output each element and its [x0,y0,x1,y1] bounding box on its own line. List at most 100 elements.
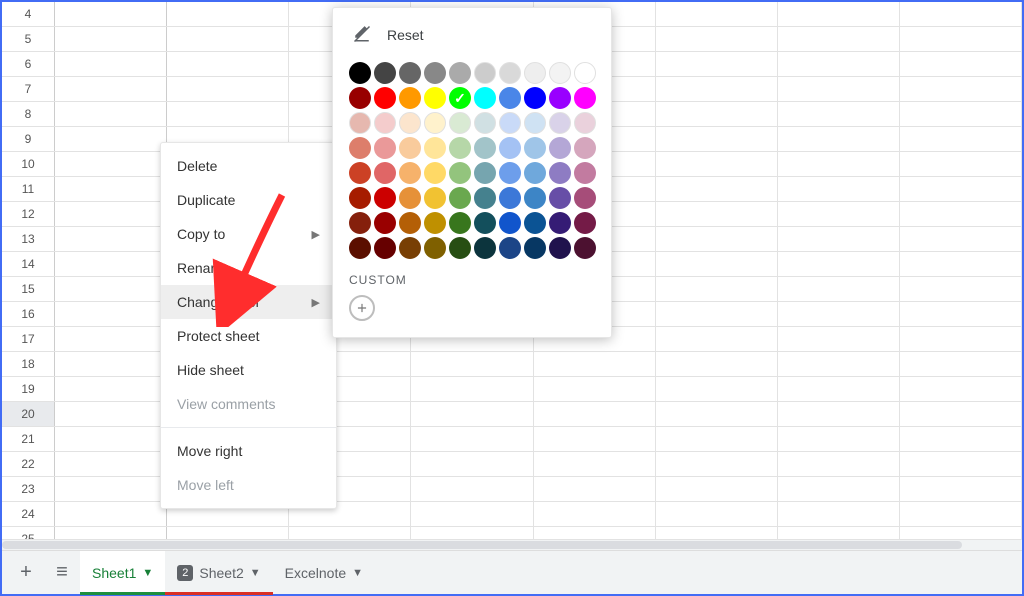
grid-cell[interactable] [900,477,1022,501]
grid-cell[interactable] [167,77,289,101]
color-swatch[interactable] [374,137,396,159]
color-swatch[interactable] [349,187,371,209]
color-swatch[interactable] [499,187,521,209]
grid-cell[interactable] [656,227,778,251]
grid-cell[interactable] [167,27,289,51]
grid-cell[interactable] [167,52,289,76]
grid-cell[interactable] [778,452,900,476]
grid-cell[interactable] [778,2,900,26]
grid-cell[interactable] [55,127,167,151]
color-swatch[interactable] [499,237,521,259]
color-swatch[interactable] [449,237,471,259]
grid-cell[interactable] [656,27,778,51]
grid-cell[interactable] [55,202,167,226]
color-swatch[interactable] [574,237,596,259]
color-swatch[interactable] [349,212,371,234]
grid-cell[interactable] [55,77,167,101]
grid-cell[interactable] [167,102,289,126]
menu-item[interactable]: Duplicate [161,183,336,217]
color-swatch[interactable] [449,162,471,184]
color-swatch[interactable] [474,187,496,209]
color-swatch[interactable] [499,162,521,184]
row-header[interactable]: 4 [2,2,55,26]
grid-cell[interactable] [778,352,900,376]
row-header[interactable]: 7 [2,77,55,101]
color-swatch[interactable] [499,62,521,84]
grid-cell[interactable] [534,352,656,376]
grid-cell[interactable] [656,352,778,376]
grid-cell[interactable] [778,277,900,301]
color-swatch[interactable] [549,112,571,134]
color-swatch[interactable] [499,212,521,234]
color-swatch[interactable] [424,237,446,259]
grid-cell[interactable] [656,152,778,176]
grid-cell[interactable] [900,202,1022,226]
grid-cell[interactable] [900,252,1022,276]
color-swatch[interactable] [399,187,421,209]
color-swatch[interactable] [524,212,546,234]
grid-cell[interactable] [55,477,167,501]
color-swatch[interactable] [349,237,371,259]
color-swatch[interactable] [399,62,421,84]
grid-cell[interactable] [778,327,900,351]
row-header[interactable]: 10 [2,152,55,176]
color-swatch[interactable] [349,87,371,109]
chevron-down-icon[interactable]: ▼ [250,567,261,579]
grid-cell[interactable] [900,227,1022,251]
grid-cell[interactable] [55,2,167,26]
color-swatch[interactable] [524,112,546,134]
color-swatch[interactable] [549,212,571,234]
grid-cell[interactable] [778,377,900,401]
color-swatch[interactable] [574,212,596,234]
grid-cell[interactable] [778,477,900,501]
color-swatch[interactable] [374,212,396,234]
color-swatch[interactable] [574,87,596,109]
grid-cell[interactable] [778,252,900,276]
grid-cell[interactable] [411,352,533,376]
grid-cell[interactable] [55,302,167,326]
grid-cell[interactable] [411,452,533,476]
menu-item[interactable]: Copy to▶ [161,217,336,251]
chevron-down-icon[interactable]: ▼ [142,567,153,579]
scrollbar-thumb[interactable] [2,541,962,549]
grid-cell[interactable] [778,52,900,76]
grid-cell[interactable] [411,502,533,526]
color-swatch[interactable] [424,212,446,234]
grid-cell[interactable] [900,277,1022,301]
menu-item[interactable]: Delete [161,149,336,183]
add-sheet-button[interactable]: + [8,555,44,591]
grid-cell[interactable] [778,202,900,226]
color-swatch[interactable] [399,87,421,109]
color-swatch[interactable] [574,137,596,159]
grid-cell[interactable] [55,152,167,176]
color-swatch[interactable] [399,137,421,159]
grid-cell[interactable] [55,277,167,301]
color-swatch[interactable] [574,112,596,134]
grid-cell[interactable] [778,27,900,51]
grid-cell[interactable] [656,102,778,126]
grid-cell[interactable] [900,327,1022,351]
color-swatch[interactable] [399,212,421,234]
row-header[interactable]: 20 [2,402,55,426]
grid-cell[interactable] [900,402,1022,426]
grid-cell[interactable] [656,327,778,351]
color-swatch[interactable] [349,162,371,184]
row-header[interactable]: 5 [2,27,55,51]
color-swatch[interactable] [374,187,396,209]
grid-cell[interactable] [656,202,778,226]
color-swatch[interactable] [424,112,446,134]
row-header[interactable]: 17 [2,327,55,351]
grid-cell[interactable] [656,302,778,326]
grid-cell[interactable] [900,77,1022,101]
color-swatch[interactable] [524,237,546,259]
grid-cell[interactable] [900,2,1022,26]
grid-cell[interactable] [656,277,778,301]
row-header[interactable]: 9 [2,127,55,151]
grid-cell[interactable] [900,52,1022,76]
grid-cell[interactable] [900,102,1022,126]
grid-cell[interactable] [55,502,167,526]
grid-cell[interactable] [55,427,167,451]
color-swatch[interactable] [524,137,546,159]
color-swatch[interactable] [499,137,521,159]
color-swatch[interactable] [549,237,571,259]
